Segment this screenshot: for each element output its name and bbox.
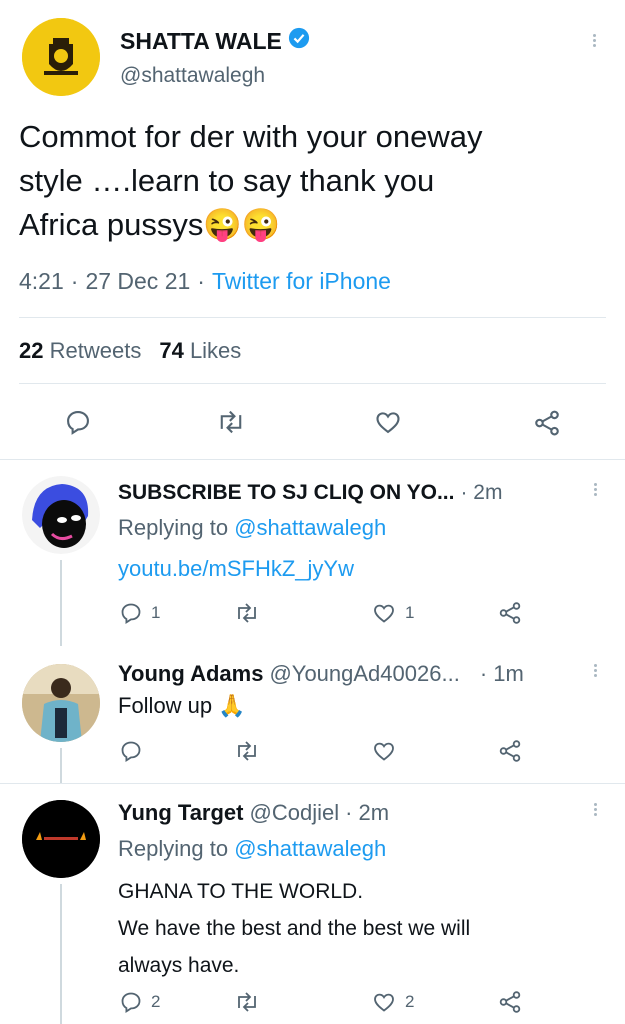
reply-icon (121, 741, 141, 763)
avatar-sj-cliq[interactable] (22, 476, 100, 554)
reply-link[interactable]: youtu.be/mSFHkZ_jyYw (118, 556, 354, 582)
like-count: 1 (405, 603, 415, 622)
divider (19, 383, 606, 384)
replying-to-handle[interactable]: @shattawalegh (234, 515, 386, 540)
verified-icon (288, 27, 310, 55)
replying-to-handle[interactable]: @shattawalegh (234, 836, 386, 861)
retweet-button[interactable] (234, 739, 260, 763)
share-button[interactable] (497, 738, 523, 764)
reply-icon (121, 992, 141, 1014)
retweet-icon (238, 603, 256, 623)
reply-header: Yung Target @Codjiel · 2m (118, 800, 389, 826)
retweet-button[interactable] (234, 601, 260, 625)
reply-header: Young Adams @YoungAd40026... · 1m (118, 661, 588, 687)
retweets-count: 22 (19, 338, 44, 363)
reply-display-name[interactable]: Yung Target (118, 800, 244, 826)
share-button[interactable] (497, 600, 523, 626)
reply-text-line-1: GHANA TO THE WORLD. (118, 880, 364, 903)
like-button[interactable]: 1 (371, 601, 414, 625)
tweet-date[interactable]: 27 Dec 21 (85, 268, 190, 295)
tweet-text-line-3: Africa pussys😜😜 (19, 207, 281, 242)
reply-text: GHANA TO THE WORLD. We have the best and… (118, 873, 470, 984)
avatar-young-adams[interactable] (22, 664, 100, 742)
avatar-yung-target[interactable] (22, 800, 100, 878)
retweet-icon (220, 410, 242, 434)
tweet-text-line-1: Commot for der with your oneway (19, 119, 483, 154)
share-icon (535, 410, 559, 436)
tweet-time[interactable]: 4:21 (19, 268, 64, 295)
reply-display-name[interactable]: SUBSCRIBE TO SJ CLIQ ON YO... (118, 481, 454, 505)
reply-handle[interactable]: @Codjiel (250, 800, 340, 826)
reply-button[interactable] (64, 408, 92, 436)
heart-icon (376, 412, 400, 434)
more-options-icon[interactable] (594, 801, 598, 818)
reply-time[interactable]: · 1m (480, 661, 524, 687)
reply-icon (121, 603, 141, 625)
thread-line (60, 560, 62, 646)
reply-button[interactable]: 2 (119, 990, 160, 1014)
reply-button[interactable]: 1 (119, 601, 160, 625)
reply-time[interactable]: · 2m (345, 800, 389, 826)
thread-line (60, 748, 62, 784)
like-button[interactable] (371, 739, 397, 763)
reply-header: SUBSCRIBE TO SJ CLIQ ON YO... · 2m (118, 481, 588, 505)
like-count: 2 (405, 992, 415, 1011)
heart-icon (374, 604, 394, 623)
thread-line (60, 884, 62, 1024)
display-name[interactable]: SHATTA WALE (120, 28, 282, 55)
engagement-stats: 22 Retweets 74 Likes (19, 338, 241, 364)
retweet-button[interactable] (234, 990, 260, 1014)
reply-text-line-3: always have. (118, 954, 240, 977)
tweet-text-line-2: style ….learn to say thank you (19, 163, 435, 198)
heart-icon (374, 993, 394, 1012)
retweet-icon (238, 741, 256, 761)
like-button[interactable]: 2 (371, 990, 414, 1014)
more-options-icon[interactable] (593, 32, 597, 49)
author-name[interactable]: SHATTA WALE (120, 27, 310, 55)
share-button[interactable] (497, 989, 523, 1015)
share-button[interactable] (532, 408, 562, 438)
reply-text: Follow up 🙏 (118, 693, 246, 718)
like-button[interactable] (373, 408, 403, 436)
retweet-button[interactable] (216, 408, 246, 436)
share-icon (499, 602, 521, 624)
likes-stat[interactable]: 74 Likes (159, 338, 241, 364)
reply-count: 2 (151, 992, 161, 1011)
meta-separator: · (70, 268, 79, 294)
reply-count: 1 (151, 603, 161, 622)
share-icon (499, 991, 521, 1013)
reply-display-name[interactable]: Young Adams (118, 661, 263, 687)
heart-icon (374, 742, 394, 761)
author-handle[interactable]: @shattawalegh (120, 64, 265, 88)
divider (0, 783, 625, 784)
replying-to: Replying to @shattawalegh (118, 836, 386, 862)
reply-text-line-2: We have the best and the best we will (118, 917, 471, 940)
more-options-icon[interactable] (594, 662, 598, 679)
avatar-shatta-wale[interactable] (22, 18, 100, 96)
divider (0, 459, 625, 460)
reply-icon (67, 411, 89, 435)
divider (19, 317, 606, 318)
share-icon (499, 740, 521, 762)
reply-time[interactable]: · 2m (460, 481, 502, 505)
replying-to: Replying to @shattawalegh (118, 515, 386, 541)
replying-prefix: Replying to (118, 515, 229, 540)
retweets-label: Retweets (49, 338, 142, 363)
more-options-icon[interactable] (594, 481, 598, 498)
likes-label: Likes (189, 338, 242, 363)
retweets-stat[interactable]: 22 Retweets (19, 338, 141, 364)
tweet-text: Commot for der with your oneway style ….… (19, 115, 619, 247)
reply-handle[interactable]: @YoungAd40026... (269, 661, 459, 687)
likes-count: 74 (159, 338, 184, 363)
retweet-icon (238, 992, 256, 1012)
reply-button[interactable] (119, 739, 143, 763)
meta-separator: · (197, 268, 205, 294)
replying-prefix: Replying to (118, 836, 229, 861)
tweet-meta: 4:21 · 27 Dec 21 · Twitter for iPhone (19, 268, 391, 295)
tweet-source[interactable]: Twitter for iPhone (212, 268, 391, 295)
